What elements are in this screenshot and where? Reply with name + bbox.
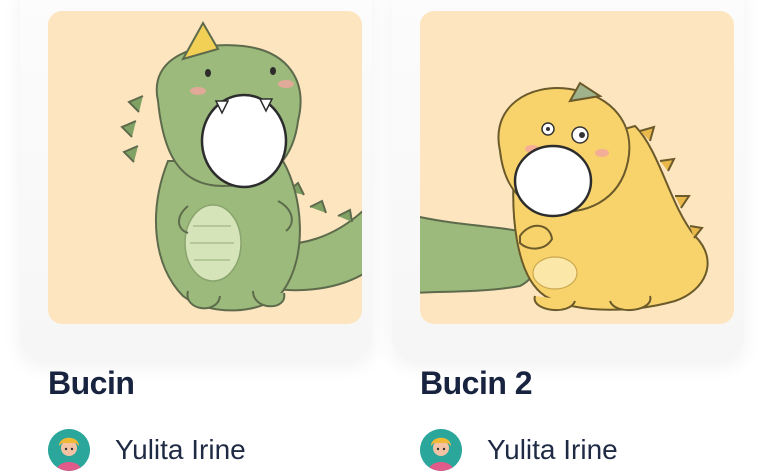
green-dinosaur-illustration [120, 20, 362, 312]
card-title[interactable]: Bucin [48, 365, 135, 402]
content-card[interactable]: Bucin Yulita Irine [20, 0, 372, 472]
yellow-dinosaur-illustration [420, 81, 709, 312]
avatar-icon [420, 429, 462, 471]
author-name: Yulita Irine [487, 434, 618, 465]
card-thumbnail[interactable] [48, 11, 362, 324]
card-title[interactable]: Bucin 2 [420, 365, 533, 402]
author-name: Yulita Irine [115, 434, 246, 465]
content-card[interactable]: Bucin 2 Yulita Irine [392, 0, 744, 472]
card-author[interactable]: Yulita Irine [420, 428, 618, 472]
card-thumbnail[interactable] [420, 11, 734, 324]
avatar-icon [48, 429, 90, 471]
card-author[interactable]: Yulita Irine [48, 428, 246, 472]
